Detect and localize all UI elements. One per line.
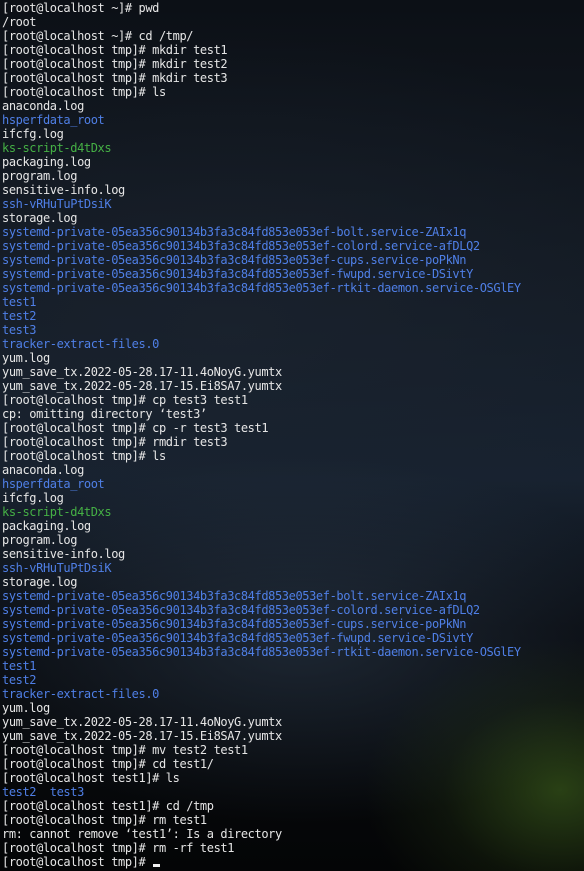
terminal-line: test3 [2, 323, 37, 337]
terminal-line: ssh-vRHuTuPtDsiK [2, 197, 112, 211]
terminal-line: test2 [2, 309, 37, 323]
terminal-line: sensitive-info.log [2, 547, 125, 561]
terminal-line: yum_save_tx.2022-05-28.17-11.4oNoyG.yumt… [2, 365, 282, 379]
terminal-line: [root@localhost tmp]# mv test2 test1 [2, 743, 248, 757]
terminal-line: /root [2, 15, 37, 29]
terminal-line: [root@localhost tmp]# rmdir test3 [2, 435, 228, 449]
terminal-line: [root@localhost test1]# cd /tmp [2, 799, 214, 813]
terminal-line: yum.log [2, 701, 50, 715]
terminal-line: yum_save_tx.2022-05-28.17-15.Ei8SA7.yumt… [2, 379, 282, 393]
terminal-line: [root@localhost tmp]# ls [2, 85, 166, 99]
terminal-line: [root@localhost tmp]# mkdir test1 [2, 43, 228, 57]
terminal-line: systemd-private-05ea356c90134b3fa3c84fd8… [2, 645, 521, 659]
terminal-line: ks-script-d4tDxs [2, 141, 112, 155]
shell-prompt: [root@localhost tmp]# [2, 855, 153, 869]
terminal-line: systemd-private-05ea356c90134b3fa3c84fd8… [2, 281, 521, 295]
terminal-line: tracker-extract-files.0 [2, 687, 159, 701]
terminal-line: systemd-private-05ea356c90134b3fa3c84fd8… [2, 617, 467, 631]
terminal-line: [root@localhost tmp]# mkdir test3 [2, 71, 228, 85]
terminal-line: tracker-extract-files.0 [2, 337, 159, 351]
terminal-line: test1 [2, 659, 37, 673]
terminal-line: packaging.log [2, 519, 91, 533]
terminal-line: systemd-private-05ea356c90134b3fa3c84fd8… [2, 603, 480, 617]
terminal-line: sensitive-info.log [2, 183, 125, 197]
terminal-line: ssh-vRHuTuPtDsiK [2, 561, 112, 575]
terminal-line: systemd-private-05ea356c90134b3fa3c84fd8… [2, 253, 467, 267]
terminal-line: test1 [2, 295, 37, 309]
terminal-line: systemd-private-05ea356c90134b3fa3c84fd8… [2, 239, 480, 253]
terminal-line: [root@localhost test1]# ls [2, 771, 180, 785]
terminal-line: test2 test3 [2, 785, 84, 799]
terminal-current-line[interactable]: [root@localhost tmp]# [2, 855, 584, 869]
terminal-lines: [root@localhost ~]# pwd/root [root@localh… [2, 1, 584, 855]
terminal-line: packaging.log [2, 155, 91, 169]
terminal-line: cp: omitting directory ‘test3’ [2, 407, 207, 421]
terminal-line: yum.log [2, 351, 50, 365]
terminal-line: program.log [2, 169, 78, 183]
terminal-line: [root@localhost ~]# cd /tmp/ [2, 29, 194, 43]
terminal-line: program.log [2, 533, 78, 547]
terminal-line: anaconda.log [2, 99, 84, 113]
terminal-output[interactable]: [root@localhost ~]# pwd/root [root@localh… [2, 1, 584, 871]
terminal-line: storage.log [2, 211, 78, 225]
terminal-line: [root@localhost tmp]# cd test1/ [2, 757, 214, 771]
terminal-line: [root@localhost tmp]# ls [2, 449, 166, 463]
terminal-line: [root@localhost tmp]# mkdir test2 [2, 57, 228, 71]
terminal-line: [root@localhost tmp]# cp -r test3 test1 [2, 421, 269, 435]
terminal-line: systemd-private-05ea356c90134b3fa3c84fd8… [2, 631, 473, 645]
terminal-line: rm: cannot remove ‘test1’: Is a director… [2, 827, 282, 841]
terminal-line: anaconda.log [2, 463, 84, 477]
terminal-line: ifcfg.log [2, 127, 64, 141]
terminal-line: [root@localhost ~]# pwd [2, 1, 159, 15]
terminal-line: test2 [2, 673, 37, 687]
terminal-line: systemd-private-05ea356c90134b3fa3c84fd8… [2, 267, 473, 281]
terminal-line: [root@localhost tmp]# rm test1 [2, 813, 207, 827]
terminal-line: [root@localhost tmp]# cp test3 test1 [2, 393, 248, 407]
terminal-line: systemd-private-05ea356c90134b3fa3c84fd8… [2, 589, 467, 603]
terminal-line: [root@localhost tmp]# rm -rf test1 [2, 841, 235, 855]
terminal-line: hsperfdata_root [2, 113, 105, 127]
terminal-line: systemd-private-05ea356c90134b3fa3c84fd8… [2, 225, 467, 239]
terminal-line: yum_save_tx.2022-05-28.17-11.4oNoyG.yumt… [2, 715, 282, 729]
terminal-line: storage.log [2, 575, 78, 589]
terminal-line: yum_save_tx.2022-05-28.17-15.Ei8SA7.yumt… [2, 729, 282, 743]
text-cursor [153, 864, 161, 867]
terminal-line: ifcfg.log [2, 491, 64, 505]
terminal-line: hsperfdata_root [2, 477, 105, 491]
terminal-line: ks-script-d4tDxs [2, 505, 112, 519]
